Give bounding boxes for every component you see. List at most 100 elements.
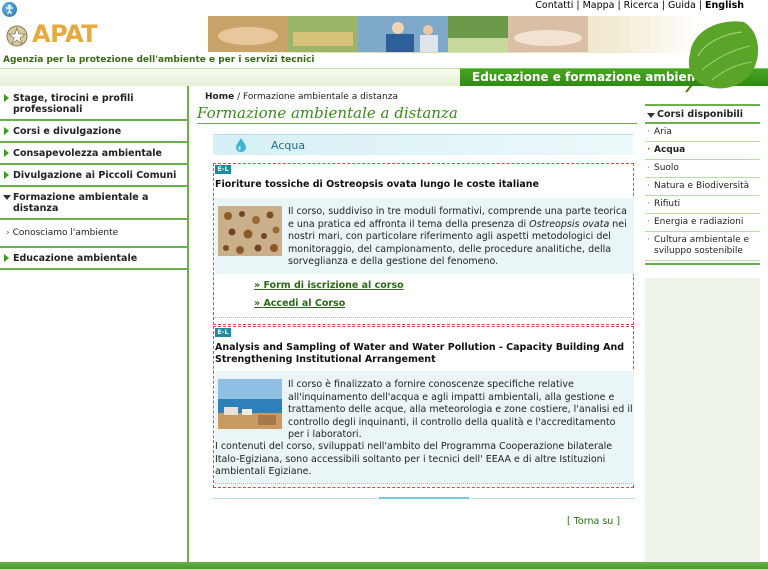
right-column-panel (645, 278, 760, 562)
course-title: Analysis and Sampling of Water and Water… (215, 342, 625, 365)
elearning-badge: E-L (215, 328, 231, 337)
top-link-guida[interactable]: Guida (668, 0, 696, 11)
course-description-emphasis: Ostreopsis ovata (529, 218, 610, 230)
course-category-energia[interactable]: · Energia e radiazioni (645, 214, 760, 232)
elearning-badge: E-L (215, 165, 231, 174)
breadcrumb: Home / Formazione ambientale a distanza (205, 92, 398, 102)
breadcrumb-home[interactable]: Home (205, 92, 234, 102)
course-category-natura[interactable]: · Natura e Biodiversità (645, 178, 760, 196)
category-label: Acqua (271, 139, 306, 152)
header-photos-image (208, 16, 588, 52)
course-category-rifiuti[interactable]: · Rifiuti (645, 196, 760, 214)
chevron-right-icon (4, 254, 9, 262)
course-category-label: Acqua (654, 145, 686, 155)
nav-item-corsi[interactable]: Corsi e divulgazione (0, 121, 187, 143)
section-bar-light (0, 68, 460, 86)
available-courses-panel: Corsi disponibili · Aria · Acqua · Suolo… (645, 104, 760, 265)
back-to-top-link[interactable]: [ Torna su ] (567, 516, 620, 527)
link-marker: » (254, 280, 261, 291)
italian-republic-emblem-icon (6, 25, 28, 47)
category-header: Acqua (213, 134, 633, 155)
top-link-english[interactable]: English (705, 0, 744, 11)
water-drop-icon (236, 138, 246, 152)
course-description-extra: I contenuti del corso, sviluppati nell'a… (215, 441, 613, 477)
top-link-ricerca[interactable]: Ricerca (624, 0, 659, 11)
course-card: E-L Analysis and Sampling of Water and W… (213, 326, 634, 488)
course-description: Il corso, suddiviso in tre moduli format… (288, 206, 633, 269)
course-category-suolo[interactable]: · Suolo (645, 160, 760, 178)
top-link-separator: | (576, 0, 580, 11)
access-course-link[interactable]: » Accedi al Corso (254, 298, 345, 309)
breadcrumb-current: Formazione ambientale a distanza (243, 92, 398, 102)
apat-logo[interactable]: APAT (32, 20, 98, 48)
course-category-label: Natura e Biodiversità (654, 181, 750, 191)
course-category-label: Energia e radiazioni (654, 217, 744, 227)
bullet-icon: · (647, 145, 651, 155)
chevron-right-icon (4, 149, 9, 157)
top-link-separator: | (661, 0, 665, 11)
nav-item-educazione[interactable]: Educazione ambientale (0, 248, 187, 270)
footer-bar (0, 562, 768, 569)
chevron-right-icon (4, 127, 9, 135)
nav-item-label: Consapevolezza ambientale (13, 148, 162, 159)
breadcrumb-separator: / (237, 92, 241, 102)
nav-item-consapevolezza[interactable]: Consapevolezza ambientale (0, 143, 187, 165)
agency-name: Agenzia per la protezione dell'ambiente … (3, 55, 315, 65)
left-navigation: Stage, tirocini e profili professionali … (0, 86, 189, 564)
nav-item-label: Formazione ambientale a distanza (13, 192, 149, 214)
bullet-icon: · (647, 235, 650, 245)
chevron-down-icon (3, 195, 11, 200)
course-category-aria[interactable]: · Aria (645, 124, 760, 142)
available-courses-title: Corsi disponibili (657, 109, 744, 120)
bullet-icon: · (647, 163, 650, 173)
course-category-label: Aria (654, 127, 672, 137)
title-divider (197, 123, 637, 124)
bullet-icon: › (6, 228, 10, 238)
bullet-icon: · (647, 127, 650, 137)
access-course-link-label: Accedi al Corso (263, 298, 346, 309)
course-thumbnail-image (218, 206, 282, 256)
enrollment-form-link[interactable]: » Form di iscrizione al corso (254, 280, 404, 291)
top-link-mappa[interactable]: Mappa (583, 0, 615, 11)
content-bottom-accent (379, 497, 469, 499)
nav-item-label: Stage, tirocini e profili professionali (13, 93, 134, 115)
available-courses-header: Corsi disponibili (645, 104, 760, 124)
chevron-down-icon (647, 113, 655, 118)
leaf-icon (685, 21, 759, 93)
accessibility-icon[interactable] (2, 2, 17, 17)
bullet-icon: · (647, 217, 650, 227)
enrollment-form-link-label: Form di iscrizione al corso (263, 280, 404, 291)
header-photo-strip (208, 16, 588, 52)
site-header: Contatti | Mappa | Ricerca | Guida | English APA… (0, 0, 768, 93)
nav-item-piccoli-comuni[interactable]: Divulgazione ai Piccoli Comuni (0, 165, 187, 187)
course-category-label: Cultura ambientale e sviluppo sostenibil… (654, 235, 750, 256)
panel-divider (645, 263, 760, 265)
top-links: Contatti | Mappa | Ricerca | Guida | English (535, 0, 744, 11)
nav-item-label: Divulgazione ai Piccoli Comuni (13, 170, 177, 181)
nav-subitem-conosciamo[interactable]: › Conosciamo l'ambiente (0, 220, 187, 248)
link-marker: » (254, 298, 261, 309)
course-card: E-L Fioriture tossiche di Ostreopsis ova… (213, 163, 634, 325)
course-divider (215, 317, 634, 318)
course-category-label: Rifiuti (654, 199, 681, 209)
nav-item-formazione-distanza[interactable]: Formazione ambientale a distanza (0, 187, 187, 220)
course-divider (215, 483, 634, 484)
page-title: Formazione ambientale a distanza (197, 104, 458, 122)
nav-item-label: Corsi e divulgazione (13, 126, 122, 137)
bullet-icon: · (647, 199, 650, 209)
chevron-right-icon (4, 171, 9, 179)
course-category-cultura[interactable]: · Cultura ambientale e sviluppo sostenib… (645, 232, 760, 261)
chevron-right-icon (4, 94, 9, 102)
nav-item-label: Educazione ambientale (13, 253, 138, 264)
course-category-label: Suolo (654, 163, 679, 173)
top-link-contatti[interactable]: Contatti (535, 0, 573, 11)
top-link-separator: | (698, 0, 703, 11)
top-link-separator: | (617, 0, 621, 11)
bullet-icon: · (647, 181, 650, 191)
course-description: Il corso è finalizzato a fornire conosce… (288, 379, 633, 440)
course-category-acqua[interactable]: · Acqua (645, 142, 760, 160)
course-thumbnail-image (218, 379, 282, 429)
nav-subitem-label: Conosciamo l'ambiente (12, 228, 119, 238)
course-title: Fioriture tossiche di Ostreopsis ovata l… (215, 179, 539, 190)
nav-item-stage[interactable]: Stage, tirocini e profili professionali (0, 88, 187, 121)
